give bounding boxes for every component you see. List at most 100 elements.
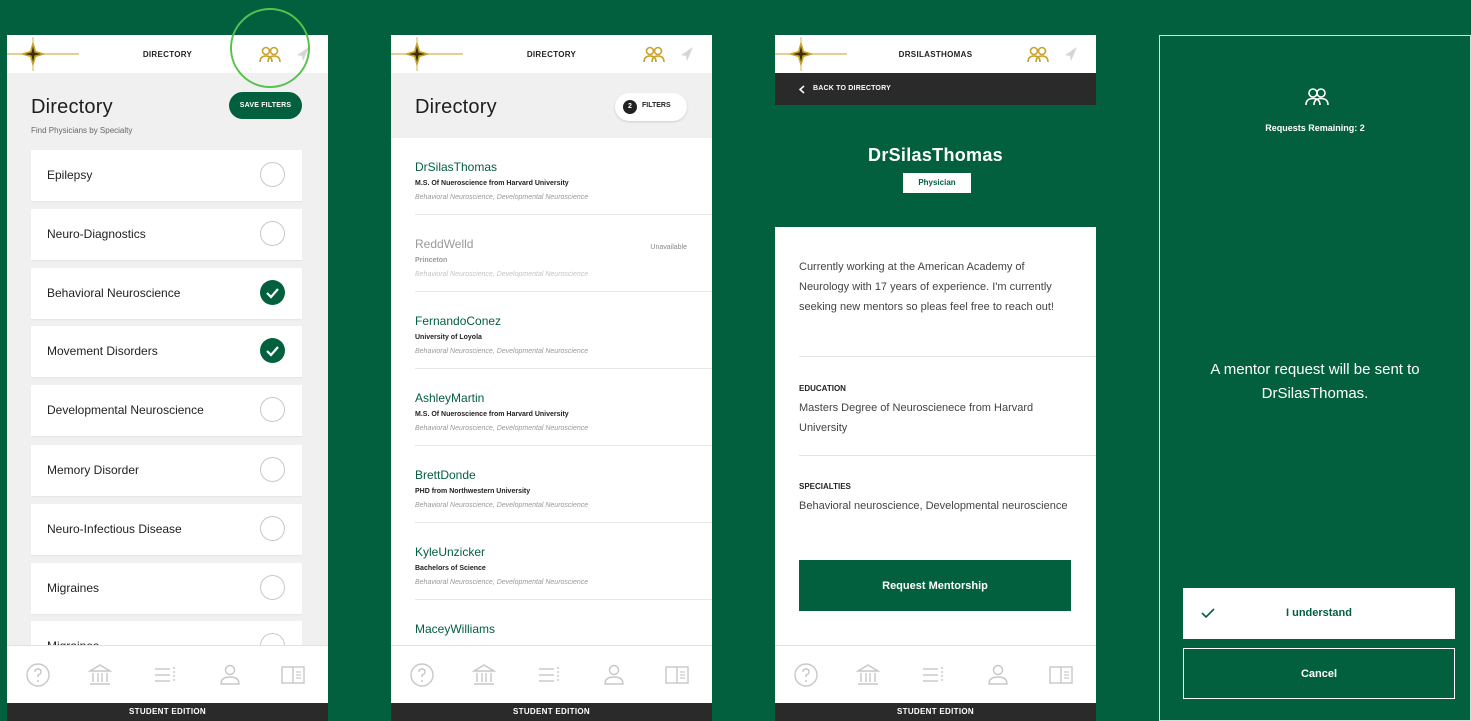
institution-icon[interactable] [471, 662, 497, 688]
specialty-row-memory-disorder[interactable]: Memory Disorder [31, 445, 302, 496]
physician-specialties: Behavioral Neuroscience, Developmental N… [415, 502, 589, 509]
profile-icon[interactable] [217, 662, 243, 688]
physician-list-item[interactable]: BrettDonde PHD from Northwestern Univers… [415, 446, 712, 523]
education-heading: EDUCATION [799, 384, 846, 393]
profile-name: DrSilasThomas [868, 145, 1003, 165]
edition-footer: STUDENT EDITION [391, 703, 712, 721]
checkbox-empty-icon[interactable] [260, 221, 285, 246]
physician-profile-screen: DRSILASTHOMAS BACK TO DIRECTORY DrSilasT… [775, 35, 1096, 721]
physician-list: DrSilasThomas M.S. Of Nueroscience from … [391, 138, 712, 645]
book-icon[interactable] [280, 662, 306, 688]
physician-education: M.S. Of Nueroscience from Harvard Univer… [415, 180, 569, 187]
profile-body: Currently working at the American Academ… [775, 227, 1096, 645]
checkbox-empty-icon[interactable] [260, 516, 285, 541]
list-icon[interactable] [920, 662, 946, 688]
mentor-request-confirmation: Requests Remaining: 2 A mentor request w… [1159, 35, 1471, 721]
physician-specialties: Behavioral Neuroscience, Developmental N… [415, 271, 589, 278]
physician-list-item[interactable]: KyleUnzicker Bachelors of Science Behavi… [415, 523, 712, 600]
people-icon [1305, 88, 1329, 106]
physician-education: Bachelors of Science [415, 565, 486, 572]
physician-name: MaceyWilliams [415, 622, 496, 636]
confirmation-message: A mentor request will be sent to DrSilas… [1210, 361, 1420, 402]
specialty-row-neuro-diagnostics[interactable]: Neuro-Diagnostics [31, 209, 302, 260]
specialty-row-behavioral-neuroscience[interactable]: Behavioral Neuroscience [31, 268, 302, 319]
physician-education: PHD from Northwestern University [415, 488, 531, 495]
book-icon[interactable] [1048, 662, 1074, 688]
bottom-nav [775, 645, 1096, 704]
profile-icon[interactable] [985, 662, 1011, 688]
education-text: Masters Degree of Neuroscienece from Har… [799, 402, 1034, 434]
role-badge: Physician [903, 173, 971, 193]
specialty-label: Behavioral Neuroscience [47, 286, 181, 300]
specialty-label: Neuro-Diagnostics [47, 227, 146, 241]
list-icon[interactable] [152, 662, 178, 688]
physician-specialties: Behavioral Neuroscience, Developmental N… [415, 348, 589, 355]
people-icon[interactable] [1027, 45, 1049, 63]
checkbox-checked-icon[interactable] [260, 338, 285, 363]
directory-list-screen: DIRECTORY Directory 2 FILTERS DrSilasTho… [391, 35, 712, 721]
specialty-row-neuro-infectious-disease[interactable]: Neuro-Infectious Disease [31, 504, 302, 555]
institution-icon[interactable] [855, 662, 881, 688]
physician-education: M.S. Of Nueroscience from Harvard Univer… [415, 411, 569, 418]
specialty-label: Memory Disorder [47, 463, 140, 477]
cancel-button[interactable]: Cancel [1183, 648, 1455, 699]
divider [799, 356, 1096, 357]
help-icon[interactable] [409, 662, 435, 688]
list-icon[interactable] [536, 662, 562, 688]
divider [799, 455, 1096, 456]
directory-filter-screen: DIRECTORY Directory Find Physicians by S… [7, 35, 328, 721]
physician-education: University of Loyola [415, 334, 482, 341]
specialty-label: Neuro-Infectious Disease [47, 522, 182, 536]
people-icon[interactable] [643, 45, 665, 63]
physician-name: FernandoConez [415, 314, 502, 328]
physician-list-item[interactable]: FernandoConez University of Loyola Behav… [415, 292, 712, 369]
page-subtitle: Find Physicians by Specialty [31, 126, 133, 135]
back-label: BACK TO DIRECTORY [813, 85, 891, 92]
physician-list-item[interactable]: MaceyWilliams [415, 600, 712, 645]
specialty-row-developmental-neuroscience[interactable]: Developmental Neuroscience [31, 385, 302, 436]
filters-button[interactable]: 2 FILTERS [615, 93, 687, 121]
specialty-label: Migraines [47, 581, 100, 595]
book-icon[interactable] [664, 662, 690, 688]
physician-name: KyleUnzicker [415, 545, 486, 559]
physician-name: BrettDonde [415, 468, 476, 482]
requests-remaining: Requests Remaining: 2 [1265, 123, 1365, 133]
specialty-label: Epilepsy [47, 168, 93, 182]
filters-label: FILTERS [642, 102, 671, 109]
physician-list-item[interactable]: DrSilasThomas M.S. Of Nueroscience from … [415, 138, 712, 215]
save-filters-button[interactable]: SAVE FILTERS [229, 92, 302, 119]
bottom-nav [7, 645, 328, 704]
top-bar: DIRECTORY [391, 35, 712, 73]
i-understand-button[interactable]: I understand [1183, 588, 1455, 639]
physician-specialties: Behavioral Neuroscience, Developmental N… [415, 194, 589, 201]
physician-specialties: Behavioral Neuroscience, Developmental N… [415, 425, 589, 432]
physician-name: AshleyMartin [415, 391, 485, 405]
request-mentorship-button[interactable]: Request Mentorship [799, 560, 1071, 611]
specialty-row-movement-disorders[interactable]: Movement Disorders [31, 326, 302, 377]
checkbox-empty-icon[interactable] [260, 575, 285, 600]
page-title: Directory [415, 96, 497, 118]
specialty-row-migraines[interactable]: Migraines [31, 563, 302, 614]
physician-name: DrSilasThomas [415, 160, 498, 174]
checkbox-empty-icon[interactable] [260, 162, 285, 187]
profile-icon[interactable] [601, 662, 627, 688]
specialty-label: Developmental Neuroscience [47, 403, 204, 417]
help-icon[interactable] [793, 662, 819, 688]
checkbox-empty-icon[interactable] [260, 397, 285, 422]
chevron-left-icon [799, 85, 805, 94]
institution-icon[interactable] [87, 662, 113, 688]
checkbox-empty-icon[interactable] [260, 457, 285, 482]
page-title: Directory [31, 96, 113, 118]
back-to-directory-button[interactable]: BACK TO DIRECTORY [775, 73, 1096, 105]
physician-list-item[interactable]: AshleyMartin M.S. Of Nueroscience from H… [415, 369, 712, 446]
specialties-text: Behavioral neuroscience, Developmental n… [799, 500, 1068, 512]
physician-education: Princeton [415, 257, 448, 264]
physician-specialties: Behavioral Neuroscience, Developmental N… [415, 579, 589, 586]
send-icon[interactable] [680, 46, 694, 62]
profile-header: DrSilasThomas Physician [775, 105, 1096, 227]
specialty-row-epilepsy[interactable]: Epilepsy [31, 150, 302, 201]
physician-list-item[interactable]: ReddWelld Princeton Behavioral Neuroscie… [415, 215, 712, 292]
send-icon[interactable] [1064, 46, 1078, 62]
checkbox-checked-icon[interactable] [260, 280, 285, 305]
help-icon[interactable] [25, 662, 51, 688]
